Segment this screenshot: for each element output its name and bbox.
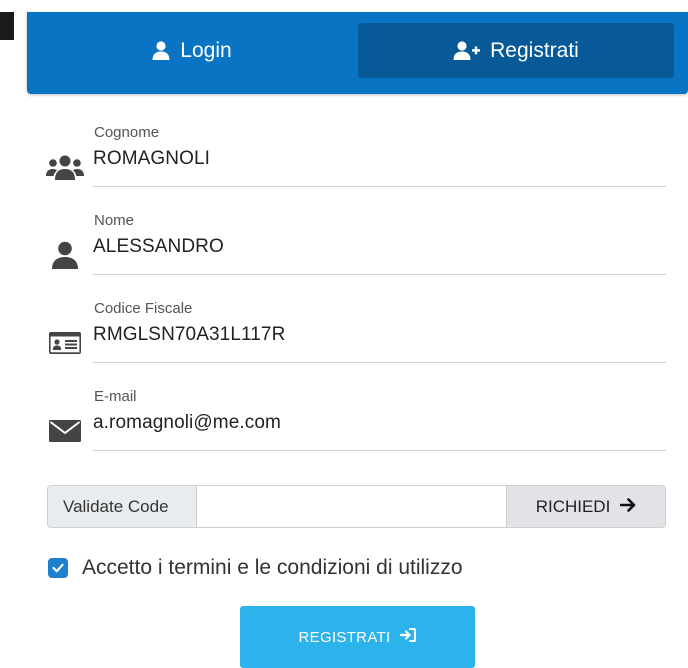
request-code-label: RICHIEDI <box>535 496 611 516</box>
tab-register-label: Registrati <box>490 38 579 62</box>
sign-in-icon <box>400 628 417 646</box>
name-field: Nome ALESSANDRO <box>46 212 666 288</box>
tax-code-input[interactable]: RMGLSN70A31L117R <box>93 324 285 346</box>
name-underline <box>93 274 666 275</box>
envelope-icon <box>46 416 84 446</box>
email-field: E-mail a.romagnoli@me.com <box>46 388 666 464</box>
auth-tabs-header: Login Registrati <box>27 12 688 94</box>
request-code-button[interactable]: RICHIEDI <box>506 486 665 527</box>
validate-code-label: Validate Code <box>48 486 197 527</box>
surname-label: Cognome <box>94 124 160 141</box>
id-card-icon <box>46 328 84 358</box>
validate-code-group: Validate Code RICHIEDI <box>47 485 666 528</box>
surname-underline <box>93 186 666 187</box>
tax-code-label: Codice Fiscale <box>94 300 193 317</box>
terms-checkbox[interactable] <box>48 558 68 578</box>
tab-login[interactable]: Login <box>27 23 357 78</box>
register-submit-label: REGISTRATI <box>298 628 391 646</box>
terms-agreement: Accetto i termini e le condizioni di uti… <box>48 556 463 580</box>
arrow-right-icon <box>620 497 636 517</box>
register-page: Login Registrati Cognome ROMAGNOLI Nome … <box>0 0 688 668</box>
email-input[interactable]: a.romagnoli@me.com <box>93 412 281 434</box>
user-icon <box>152 41 170 60</box>
terms-text: Accetto i termini e le condizioni di uti… <box>82 556 463 579</box>
user-plus-icon <box>453 41 481 60</box>
check-icon <box>52 563 64 573</box>
user-icon <box>46 240 84 270</box>
window-edge <box>0 12 14 40</box>
tax-code-underline <box>93 362 666 363</box>
surname-input[interactable]: ROMAGNOLI <box>93 148 210 170</box>
email-underline <box>93 450 666 451</box>
users-icon <box>46 152 84 182</box>
surname-field: Cognome ROMAGNOLI <box>46 124 666 200</box>
tab-login-label: Login <box>180 38 232 62</box>
validate-code-input[interactable] <box>197 486 506 527</box>
email-label: E-mail <box>94 388 137 405</box>
register-submit-button[interactable]: REGISTRATI <box>240 606 475 668</box>
name-input[interactable]: ALESSANDRO <box>93 236 224 258</box>
tax-code-field: Codice Fiscale RMGLSN70A31L117R <box>46 300 666 376</box>
tab-register[interactable]: Registrati <box>358 23 674 78</box>
name-label: Nome <box>94 212 135 229</box>
